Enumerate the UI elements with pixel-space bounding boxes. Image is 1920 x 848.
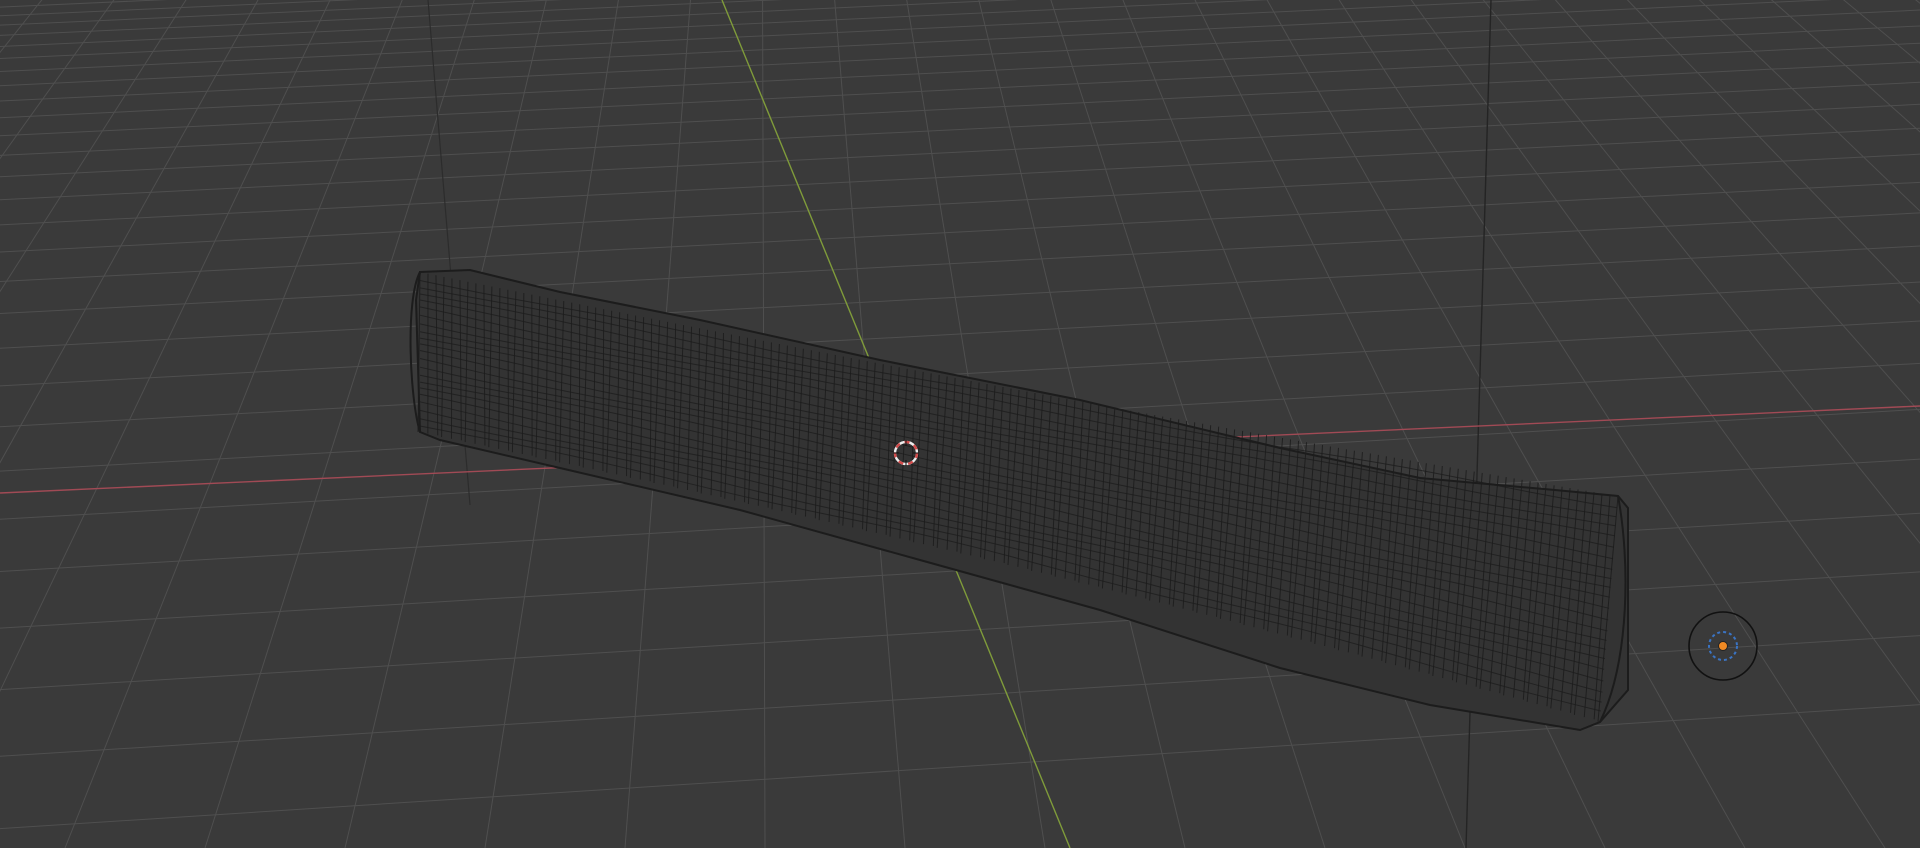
frame-line-right [1465, 0, 1492, 848]
grid-line [0, 81, 1920, 178]
grid-line [0, 42, 1920, 137]
wireframe-mesh-object[interactable] [409, 268, 1629, 732]
grid-line [0, 571, 1920, 691]
grid-line [0, 153, 1920, 253]
grid-line [0, 0, 783, 36]
grid-line [1698, 0, 1920, 212]
grid-line [64, 0, 403, 848]
grid-line [0, 635, 1920, 757]
mesh-outline [414, 268, 1629, 732]
grid-line [0, 212, 1920, 315]
grid-line [0, 127, 1920, 226]
grid-line [0, 704, 1920, 830]
3d-viewport[interactable] [0, 0, 1920, 848]
grid-line [0, 181, 1920, 283]
grid-line [0, 0, 1833, 87]
grid-line [0, 0, 1543, 73]
grid-line [0, 61, 1920, 156]
origin-point [1718, 641, 1728, 651]
grid-line [1770, 0, 1920, 133]
grid-line [0, 0, 14, 848]
grid-line [0, 0, 43, 54]
grid-line [1915, 0, 1920, 4]
grid-line [1843, 0, 1920, 64]
viewport-canvas[interactable] [0, 0, 1920, 848]
grid-line [1626, 0, 1920, 305]
grid-line [0, 103, 1920, 201]
